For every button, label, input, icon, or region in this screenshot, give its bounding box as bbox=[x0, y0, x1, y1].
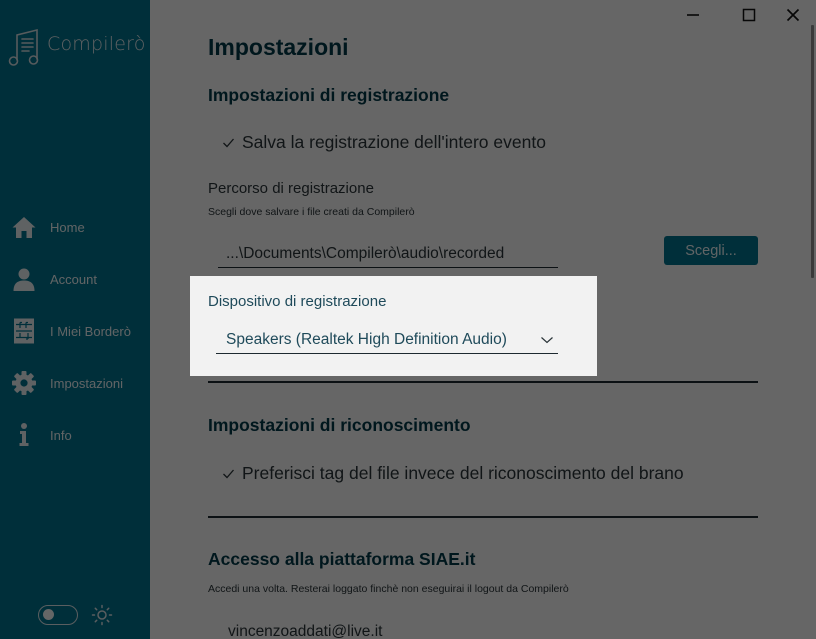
scrollbar-thumb[interactable] bbox=[811, 25, 814, 278]
checkbox-label: Salva la registrazione dell'intero event… bbox=[242, 132, 546, 152]
recording-device-spotlight: Dispositivo di registrazione Speakers (R… bbox=[190, 276, 597, 376]
recording-device-select[interactable]: Speakers (Realtek High Definition Audio) bbox=[216, 326, 558, 354]
minimize-button[interactable] bbox=[678, 4, 708, 26]
siae-access-hint: Accedi una volta. Resterai loggato finch… bbox=[208, 583, 569, 595]
maximize-button[interactable] bbox=[734, 4, 764, 26]
toggle-knob bbox=[43, 609, 54, 620]
choose-path-button[interactable]: Scegli... bbox=[664, 236, 758, 265]
sidebar-item-label: Home bbox=[50, 219, 85, 235]
user-icon bbox=[10, 265, 38, 293]
sidebar-item-label: I Miei Borderò bbox=[50, 323, 131, 339]
sidebar-item-home[interactable]: Home bbox=[0, 207, 150, 247]
page-title: Impostazioni bbox=[208, 34, 349, 60]
recording-settings-title: Impostazioni di registrazione bbox=[208, 85, 450, 105]
info-icon bbox=[10, 421, 38, 449]
section-divider bbox=[208, 516, 758, 518]
sidebar-item-info[interactable]: Info bbox=[0, 415, 150, 455]
siae-access-title: Accesso alla piattaforma SIAE.it bbox=[208, 549, 476, 569]
maximize-icon bbox=[742, 8, 756, 22]
checkmark-icon bbox=[223, 138, 234, 148]
gear-icon bbox=[10, 369, 38, 397]
music-sheet-logo-icon bbox=[8, 28, 39, 66]
recording-path-input[interactable]: ...\Documents\Compilerò\audio\recorded bbox=[218, 240, 558, 268]
app-name: Compilerò bbox=[47, 33, 146, 55]
recording-path-hint: Scegli dove salvare i file creati da Com… bbox=[208, 206, 415, 218]
chevron-down-icon bbox=[541, 336, 553, 343]
home-icon bbox=[10, 213, 38, 241]
prefer-file-tags-checkbox[interactable]: Preferisci tag del file invece del ricon… bbox=[222, 463, 684, 484]
sidebar-item-account[interactable]: Account bbox=[0, 259, 150, 299]
sidebar-item-label: Account bbox=[50, 271, 97, 287]
checkmark-icon bbox=[223, 469, 234, 479]
sun-icon bbox=[91, 604, 113, 626]
siae-email-field[interactable]: vincenzoaddati@live.it bbox=[218, 618, 558, 639]
selected-device: Speakers (Realtek High Definition Audio) bbox=[226, 330, 507, 348]
recording-path-label: Percorso di registrazione bbox=[208, 180, 374, 197]
music-sheet-icon bbox=[10, 317, 38, 345]
recognition-settings-title: Impostazioni di riconoscimento bbox=[208, 415, 471, 435]
app-logo: Compilerò bbox=[7, 27, 146, 69]
sidebar-item-borderò[interactable]: I Miei Borderò bbox=[0, 311, 150, 351]
sidebar-item-label: Info bbox=[50, 427, 72, 443]
theme-toggle[interactable] bbox=[38, 605, 78, 625]
sidebar: Compilerò Home Account I Miei Borderò Im… bbox=[0, 0, 150, 639]
sidebar-item-impostazioni[interactable]: Impostazioni bbox=[0, 363, 150, 403]
save-full-event-checkbox[interactable]: Salva la registrazione dell'intero event… bbox=[222, 132, 546, 153]
sidebar-item-label: Impostazioni bbox=[50, 375, 123, 391]
minimize-icon bbox=[687, 14, 699, 16]
close-button[interactable] bbox=[778, 4, 808, 26]
section-divider bbox=[208, 381, 758, 383]
close-icon bbox=[786, 8, 800, 22]
checkbox-label: Preferisci tag del file invece del ricon… bbox=[242, 463, 684, 483]
recording-device-label: Dispositivo di registrazione bbox=[208, 293, 387, 310]
